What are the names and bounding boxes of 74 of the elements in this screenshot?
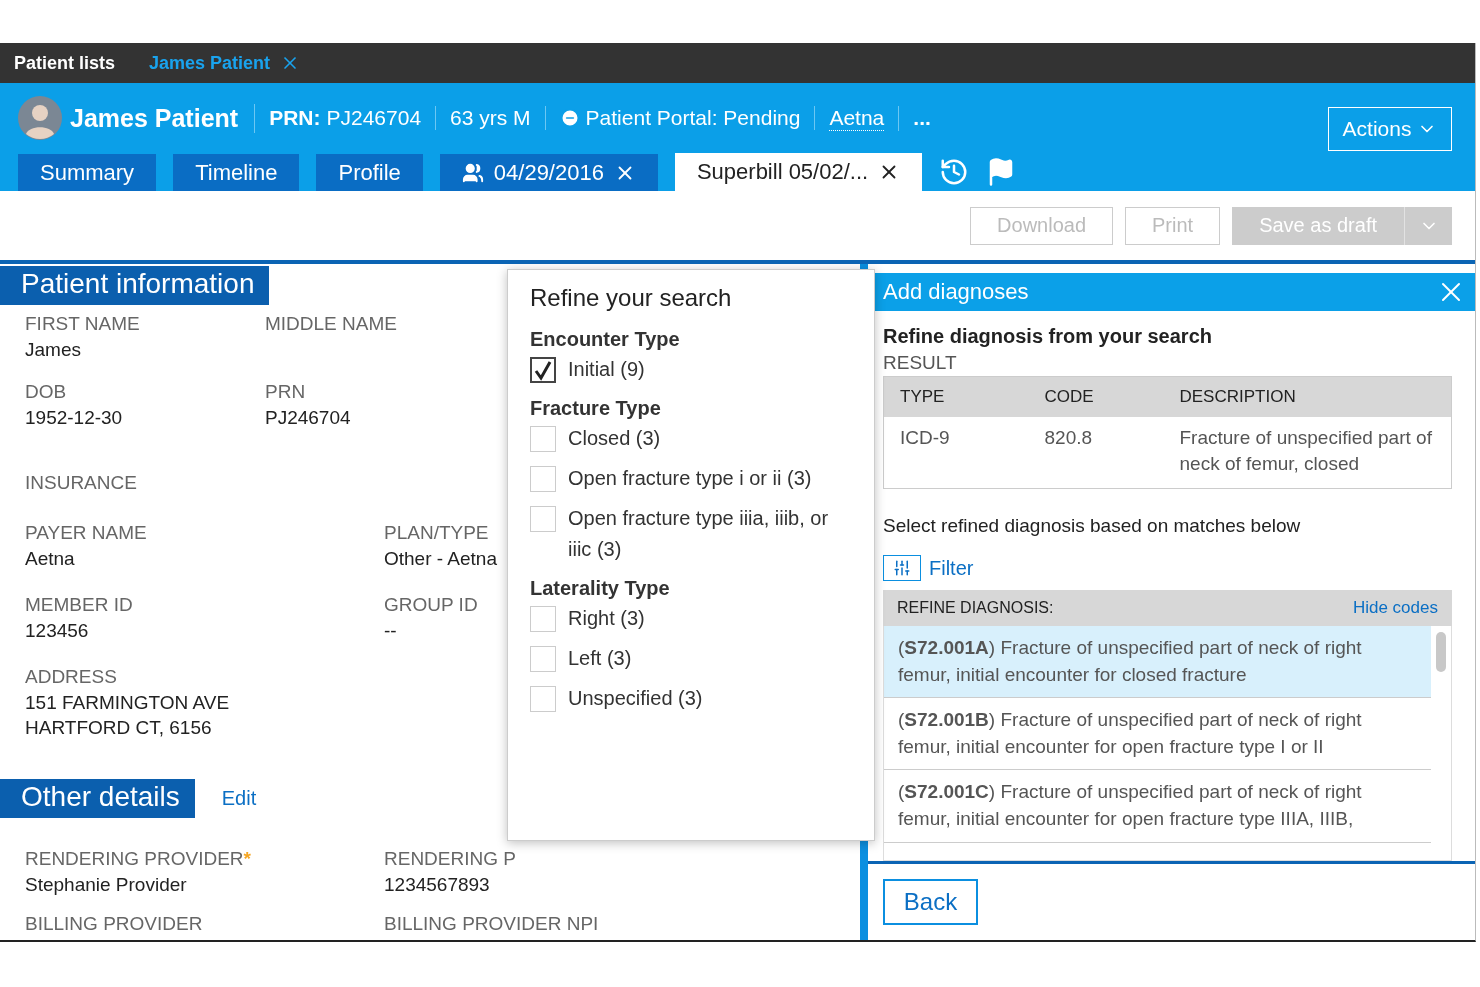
list-header-label: REFINE DIAGNOSIS: [897,599,1054,617]
field-value: Stephanie Provider [25,872,187,897]
field-label: MIDDLE NAME [265,313,397,335]
field-value: -- [384,618,397,643]
group-heading: Laterality Type [530,577,671,600]
field-label: RENDERING PROVIDER* [25,847,251,870]
age-sex-text: 63 yrs M [436,106,546,130]
field-value: PJ246704 [265,405,351,430]
field-label: RENDERING P [384,847,516,870]
hide-codes-link[interactable]: Hide codes [1352,598,1438,618]
patient-name: James Patient [62,103,256,133]
result-label: RESULT [883,351,958,374]
column-header: DESCRIPTION [1163,376,1452,417]
back-button[interactable]: Back [883,879,978,925]
section-label: INSURANCE [25,472,137,495]
group-heading: Encounter Type [530,328,681,351]
minus-circle-icon [559,108,580,128]
option-label: Initial (9) [568,357,645,382]
field-label: BILLING PROVIDER [25,913,203,936]
table-cell: ICD-9 [883,416,1029,489]
top-tab[interactable]: Patient lists [14,52,116,74]
option-label: Left (3) [568,646,632,671]
record-tab[interactable]: 04/29/2016 [439,154,658,191]
field-value: 1234567893 [384,872,490,897]
column-header: TYPE [883,376,1029,417]
table-cell: Fracture of unspecified part of neck of femur, closed [1163,416,1452,489]
section-title: Patient information [0,266,270,305]
field-label: PAYER NAME [25,522,147,545]
group-heading: Fracture Type [530,397,662,420]
record-tab[interactable]: Timeline [173,154,300,191]
option-label: Unspecified (3) [568,686,703,711]
option-label: Open fracture type i or ii (3) [568,466,812,491]
record-tab[interactable]: Summary [18,154,157,191]
field-label: MEMBER ID [25,593,133,616]
avatar-icon [18,96,62,140]
drawer-subtitle: Refine diagnosis from your search [883,324,1213,348]
column-header: CODE [1028,376,1164,417]
section-title: Other details [0,778,195,818]
dropdown-button[interactable] [1404,206,1452,245]
field-value: 1952-12-30 [25,405,123,430]
top-tab[interactable]: James Patient [149,52,271,74]
edit-link[interactable]: Edit [221,786,257,810]
field-label: ADDRESS [25,665,117,688]
field-value: 151 FARMINGTON AVE HARTFORD CT, 6156 [25,690,230,741]
field-label: BILLING PROVIDER NPI [384,913,599,936]
actions-button[interactable]: Actions [1328,107,1452,151]
filter-icon[interactable] [883,555,921,581]
filter-link[interactable]: Filter [929,556,974,580]
record-tab[interactable]: Profile [316,154,423,191]
field-label: PRN [265,380,306,403]
diagnosis-item[interactable]: (S72.001A) Fracture of unspecified part of neck of right femur, initial encounter for closed fracture [884,626,1431,699]
insurer-link[interactable]: Aetna [829,105,885,131]
record-tab[interactable]: Superbill 05/02/... [674,153,923,191]
field-label: DOB [25,380,67,403]
field-label: FIRST NAME [25,313,140,335]
people-icon [461,161,484,184]
portal-status: Patient Portal: Pending [585,106,801,130]
more-menu[interactable]: ... [913,106,931,130]
instruction-text: Select refined diagnosis based on matches below [883,515,1302,537]
drawer-title: Add diagnoses [883,278,1029,305]
field-value: Aetna [25,547,75,572]
field-label: PLAN/TYPE [384,522,489,545]
option-label: Closed (3) [568,426,661,451]
field-value: James [25,338,81,362]
scrollbar-thumb[interactable] [1436,632,1446,672]
prn-text: PRN: PJ246704 [255,106,437,130]
field-value: 123456 [25,618,89,643]
table-cell: 820.8 [1028,416,1164,489]
field-value: Other - Aetna [384,547,497,572]
checkbox[interactable] [530,357,556,383]
field-label: GROUP ID [384,593,478,616]
option-label: Open fracture type iiia, iiib, or iiic (3) [568,506,830,562]
option-label: Right (3) [568,606,645,631]
popup-title: Refine your search [530,284,733,312]
